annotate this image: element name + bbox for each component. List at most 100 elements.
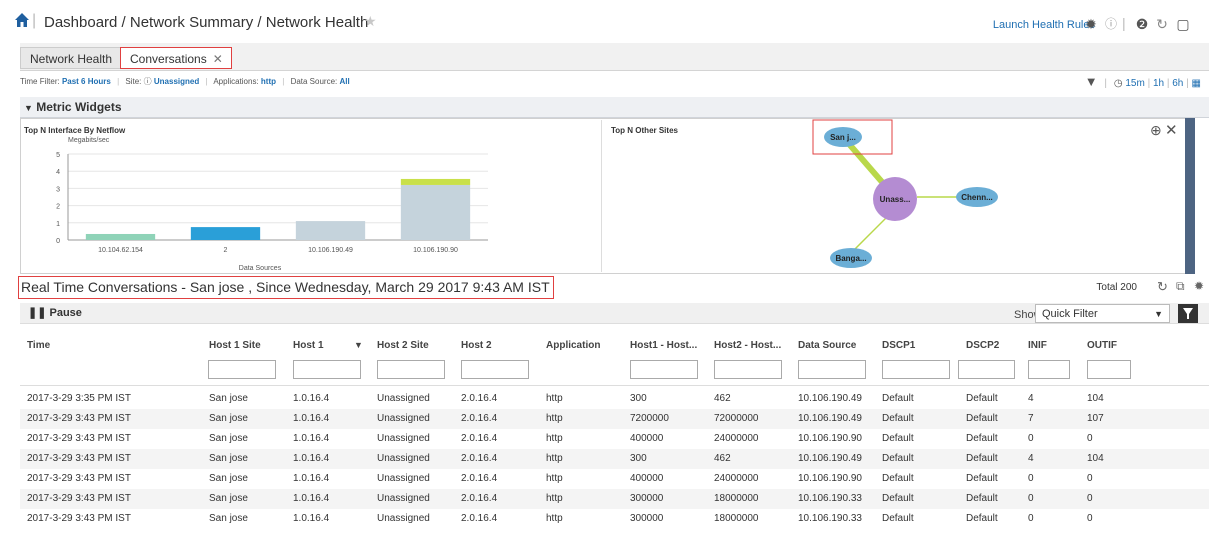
table-cell: Unassigned — [377, 473, 430, 484]
collapse-icon[interactable]: ▼ — [24, 103, 33, 113]
launch-health-rules-link[interactable]: Launch Health Rules — [993, 19, 1095, 31]
time-option-6h[interactable]: 6h — [1172, 78, 1183, 89]
column-header-host-1-site[interactable]: Host 1 Site — [209, 340, 261, 351]
star-icon[interactable]: ★ — [364, 13, 377, 30]
table-cell: 72000000 — [714, 413, 759, 424]
breadcrumb: Dashboard / Network Summary / Network He… — [44, 14, 369, 31]
calendar-icon[interactable]: ▦ — [1192, 78, 1201, 89]
column-filter-input[interactable] — [958, 360, 1015, 379]
info-icon[interactable]: ⓘ — [1103, 16, 1119, 32]
tab-conversations[interactable]: Conversations ✕ — [120, 47, 232, 69]
table-cell: 2017-3-29 3:43 PM IST — [27, 433, 131, 444]
window-icon[interactable]: ▢ — [1175, 16, 1191, 32]
site-node-label: Chenn... — [961, 193, 993, 202]
total-count: Total 200 — [1096, 282, 1137, 293]
column-header-host-2-site[interactable]: Host 2 Site — [377, 340, 429, 351]
site-graph: San j... Unass... Chenn... Banga... — [812, 119, 998, 268]
filter-button[interactable] — [1178, 304, 1198, 323]
table-cell: San jose — [209, 413, 248, 424]
close-icon[interactable]: ✕ — [213, 52, 223, 66]
table-cell: 4 — [1028, 393, 1034, 404]
site-value[interactable]: Unassigned — [154, 77, 199, 86]
column-header-application[interactable]: Application — [546, 340, 600, 351]
widget-scrollbar[interactable] — [1185, 118, 1195, 274]
table-row[interactable]: 2017-3-29 3:43 PM IST San jose 1.0.16.4 Una… — [20, 429, 1209, 449]
table-cell: 10.106.190.33 — [798, 493, 862, 504]
site-node-label: Unass... — [880, 195, 911, 204]
time-filter-value[interactable]: Past 6 Hours — [62, 77, 111, 86]
settings-icon[interactable]: ✹ — [1194, 279, 1204, 293]
column-filter-input[interactable] — [714, 360, 782, 379]
help-icon[interactable]: ❷ — [1134, 16, 1150, 32]
table-cell: San jose — [209, 393, 248, 404]
table-cell: 2017-3-29 3:43 PM IST — [27, 413, 131, 424]
applications-value[interactable]: http — [261, 77, 276, 86]
quick-filter-value: Quick Filter — [1042, 308, 1098, 320]
export-icon[interactable]: ⧉ — [1176, 279, 1185, 294]
pause-icon: ❚❚ — [28, 307, 47, 319]
column-header-inif[interactable]: INIF — [1028, 340, 1047, 351]
column-header-time[interactable]: Time — [27, 340, 50, 351]
data-source-value[interactable]: All — [340, 77, 350, 86]
column-header-outif[interactable]: OUTIF — [1087, 340, 1117, 351]
data-source-label: Data Source: — [290, 77, 338, 86]
column-filter-input[interactable] — [798, 360, 866, 379]
breadcrumb-separator: | — [32, 12, 37, 29]
column-filter-input[interactable] — [461, 360, 529, 379]
column-header-host-2[interactable]: Host 2 — [461, 340, 492, 351]
table-cell: San jose — [209, 473, 248, 484]
table-cell: 10.106.190.49 — [798, 453, 862, 464]
pause-label: Pause — [49, 307, 82, 319]
table-row[interactable]: 2017-3-29 3:43 PM IST San jose 1.0.16.4 Una… — [20, 409, 1209, 429]
table-row[interactable]: 2017-3-29 3:43 PM IST San jose 1.0.16.4 Una… — [20, 449, 1209, 469]
column-header-dscp1[interactable]: DSCP1 — [882, 340, 915, 351]
table-cell: 10.106.190.90 — [798, 433, 862, 444]
filter-funnel-icon[interactable]: ▼ — [1085, 74, 1098, 89]
gear-icon[interactable]: ✹ — [1083, 16, 1099, 32]
column-header-dscp2[interactable]: DSCP2 — [966, 340, 999, 351]
time-option-1h[interactable]: 1h — [1153, 78, 1164, 89]
table-cell: 2.0.16.4 — [461, 453, 498, 464]
sort-icon[interactable]: ▼ — [354, 340, 363, 350]
table-row[interactable]: 2017-3-29 3:35 PM IST San jose 1.0.16.4 Una… — [20, 389, 1209, 409]
quick-filter-select[interactable]: Quick Filter ▼ — [1035, 304, 1170, 323]
column-header-host-1[interactable]: Host 1 — [293, 340, 324, 351]
column-filter-input[interactable] — [882, 360, 950, 379]
table-cell: Unassigned — [377, 493, 430, 504]
table-cell: Default — [882, 393, 914, 404]
column-filter-input[interactable] — [377, 360, 445, 379]
table-cell: 1.0.16.4 — [293, 473, 330, 484]
column-filter-input[interactable] — [293, 360, 361, 379]
table-row[interactable]: 2017-3-29 3:43 PM IST San jose 1.0.16.4 Una… — [20, 509, 1209, 529]
y-tick-label: 2 — [56, 204, 60, 211]
column-header-data-source[interactable]: Data Source — [798, 340, 856, 351]
home-icon[interactable] — [14, 12, 30, 28]
time-option-15m[interactable]: 15m — [1125, 78, 1144, 89]
x-tick-label: 2 — [224, 247, 228, 254]
table-cell: Unassigned — [377, 433, 430, 444]
x-tick-label: 10.104.62.154 — [98, 247, 143, 254]
table-cell: Default — [966, 413, 998, 424]
column-header-host2-host-[interactable]: Host2 - Host... — [714, 340, 781, 351]
table-cell: 10.106.190.90 — [798, 473, 862, 484]
tab-network-health[interactable]: Network Health — [20, 47, 123, 69]
column-filter-input[interactable] — [1087, 360, 1131, 379]
metric-widgets-header[interactable]: ▼ Metric Widgets — [20, 97, 1209, 118]
metric-widgets-title: Metric Widgets — [36, 100, 122, 114]
table-row[interactable]: 2017-3-29 3:43 PM IST San jose 1.0.16.4 Una… — [20, 469, 1209, 489]
table-cell: 10.106.190.33 — [798, 513, 862, 524]
column-filter-input[interactable] — [208, 360, 276, 379]
table-row[interactable]: 2017-3-29 3:43 PM IST San jose 1.0.16.4 Una… — [20, 489, 1209, 509]
column-filter-input[interactable] — [1028, 360, 1070, 379]
table-cell: Default — [882, 513, 914, 524]
refresh-icon[interactable]: ↻ — [1154, 16, 1170, 32]
table-cell: 0 — [1087, 433, 1093, 444]
column-header-host1-host-[interactable]: Host1 - Host... — [630, 340, 697, 351]
table-cell: 18000000 — [714, 493, 759, 504]
pause-button[interactable]: ❚❚ Pause — [28, 306, 82, 319]
applications-label: Applications: — [213, 77, 259, 86]
column-filter-input[interactable] — [630, 360, 698, 379]
refresh-icon[interactable]: ↻ — [1157, 279, 1168, 295]
y-tick-label: 5 — [56, 152, 60, 159]
table-cell: 462 — [714, 453, 731, 464]
